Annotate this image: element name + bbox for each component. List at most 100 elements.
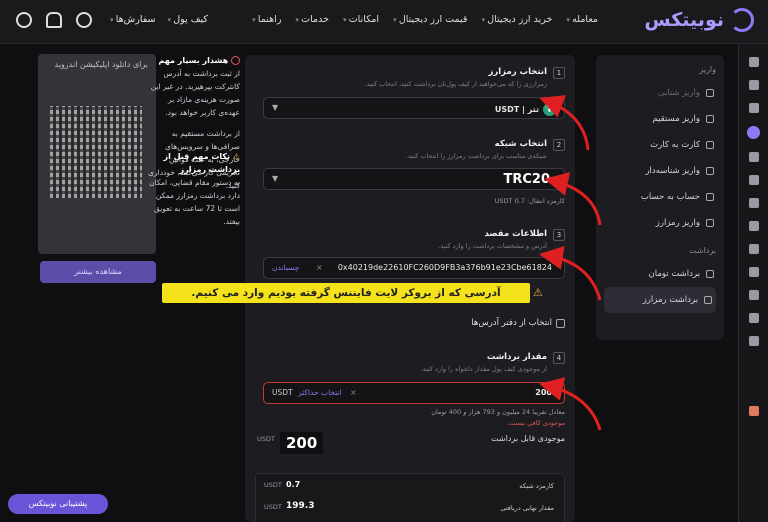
clear-icon[interactable]: × [350,388,357,397]
fast-icon [706,89,714,97]
step-number: 2 [553,139,565,151]
direct-icon [706,115,714,123]
warning-text: از ثبت برداشت به آدرس کانترکت بپرهیزید. … [150,69,240,117]
menu-item-id-deposit[interactable]: واریز شناسه‌دار [604,158,716,184]
address-value: 0x40219de22610FC260D9FB3a376b91e23Cbe618… [337,263,552,272]
alert-icon [231,56,240,65]
wallet-menu: واریز واریز شتابی واریز مستقیم کارت به ک… [596,55,724,340]
step-title: انتخاب شبکه [494,139,547,149]
mail-icon[interactable] [748,313,759,323]
chevron-down-icon: ▼ [272,174,279,183]
nav-item-orders[interactable]: سفارش‌ها [110,14,156,25]
address-book-icon [556,318,565,328]
step-subtitle: از موجودی کیف پول مقدار دلخواه را وارد ک… [420,365,547,373]
card-icon [706,141,714,149]
step-title: انتخاب رمزارز [488,67,547,77]
top-icons [16,12,92,28]
bell-icon[interactable] [46,12,62,28]
tips-box: ⚠ نکات مهم قبل از برداشت رمزارز به دستور… [149,152,240,226]
network-fee-label: کارمزد شبکه [519,482,554,490]
crypto-select[interactable]: ₮ تتر | USDT ▼ [263,97,565,119]
menu-item-direct-deposit[interactable]: واریز مستقیم [604,106,716,132]
amount-value: 200 [535,388,552,397]
step-number: 4 [553,352,565,364]
download-arrow-icon [706,219,714,227]
step-title: اطلاعات مقصد [484,229,547,239]
upload-arrow-icon [704,296,712,304]
menu-item-account-transfer[interactable]: حساب به حساب [604,184,716,210]
step-subtitle: آدرس و مشخصات برداشت را وارد کنید. [438,242,547,250]
nav-item-features[interactable]: امکانات [343,14,379,25]
check-icon[interactable] [748,103,759,113]
nav-item-services[interactable]: خدمات [295,14,329,25]
account-nav: کیف پول سفارش‌ها [110,14,208,25]
warning-triangle-icon: ⚠ [232,152,240,161]
insufficient-balance: موجودی کافی نیست. [507,419,565,427]
selected-network: TRC20 [503,172,550,187]
bank-icon [706,193,714,201]
cash-icon [706,270,714,278]
plus-icon[interactable] [748,221,759,231]
app-download-card: برای دانلود اپلیکیشن اندروید [38,54,156,254]
main-nav: معامله خرید ارز دیجیتال قیمت ارز دیجیتال… [252,14,598,25]
download-icon[interactable] [16,12,32,28]
step-subtitle: شبکه‌ی مناسب برای برداشت رمزارز را انتخا… [405,152,547,160]
step-number: 1 [553,67,565,79]
withdrawable-value: 200 [280,432,324,454]
nav-item-guide[interactable]: راهنما [252,14,282,25]
nav-item-wallet[interactable]: کیف پول [168,14,208,25]
clear-icon[interactable]: × [316,263,323,272]
withdraw-header: برداشت [689,246,716,255]
menu-item-crypto-withdraw[interactable]: برداشت رمزارز [604,287,716,313]
paste-button[interactable]: چسباندن [272,263,299,272]
chart-icon[interactable] [748,152,759,162]
step-number: 3 [553,229,565,241]
transfer-icon[interactable] [747,126,760,139]
qr-code [50,106,142,198]
max-button[interactable]: انتخاب حداکثر [298,388,342,397]
network-fee-unit: USDT [264,481,282,489]
top-bar: نوبیتکس معامله خرید ارز دیجیتال قیمت ارز… [0,0,768,44]
address-input[interactable]: 0x40219de22610FC260D9FB3a376b91e23Cbe618… [263,257,565,279]
trophy-icon[interactable] [748,336,759,346]
user-icon[interactable] [76,12,92,28]
app-download-title: برای دانلود اپلیکیشن اندروید [54,60,148,69]
logo[interactable]: نوبیتکس [644,8,754,32]
gift-icon[interactable] [748,198,759,208]
tether-icon: ₮ [543,103,556,116]
id-icon [706,167,714,175]
final-amount-label: مقدار نهایی دریافتی [500,504,554,512]
menu-item-card-to-card[interactable]: کارت به کارت [604,132,716,158]
menu-item-toman-withdraw[interactable]: برداشت تومان [604,261,716,287]
withdrawable-label: موجودی قابل برداشت [491,434,565,443]
nav-item-buy-crypto[interactable]: خرید ارز دیجیتال [481,14,552,25]
logout-icon[interactable] [748,406,759,416]
network-select[interactable]: TRC20 ▼ [263,168,565,190]
logo-text: نوبیتکس [644,9,724,31]
step-subtitle: رمزارزی را که می‌خواهید از کیف پول‌تان ب… [364,80,547,88]
calendar-icon[interactable] [748,244,759,254]
shield-icon[interactable] [748,290,759,300]
wallet-icon[interactable] [748,80,759,90]
dashboard-icon[interactable] [748,57,759,67]
profile-icon[interactable] [748,267,759,277]
withdrawable-unit: USDT [257,435,275,443]
step-title: مقدار برداشت [486,352,547,362]
menu-item-fast-deposit[interactable]: واریز شتابی [604,80,716,106]
transfer-fee: کارمزد انتقال: 0.7 USDT [494,197,565,205]
address-book-button[interactable]: انتخاب از دفتر آدرس‌ها [471,318,565,328]
menu-item-crypto-deposit[interactable]: واریز رمزارز [604,210,716,236]
summary-box: کارمزد شبکه 0.7 USDT مقدار نهایی دریافتی… [255,473,565,522]
annotation-callout: آدرسی که از بروکر لایت فایننس گرفته بودی… [162,283,530,303]
amount-input[interactable]: 200 × انتخاب حداکثر USDT [263,382,565,404]
warning-triangle-icon: ⚠ [533,286,543,299]
globe-icon[interactable] [748,175,759,185]
support-button[interactable]: پشتیبانی نوبیتکس [8,494,108,514]
amount-approx: معادل تقریبا 24 میلیون و 793 هزار و 400 … [431,408,565,416]
nav-item-trade[interactable]: معامله [566,14,598,25]
amount-unit: USDT [272,388,293,397]
see-more-button[interactable]: مشاهده بیشتر [40,261,156,283]
info-panel: برای دانلود اپلیکیشن اندروید مشاهده بیشت… [8,44,240,444]
nav-item-prices[interactable]: قیمت ارز دیجیتال [393,14,468,25]
final-amount-unit: USDT [264,503,282,511]
